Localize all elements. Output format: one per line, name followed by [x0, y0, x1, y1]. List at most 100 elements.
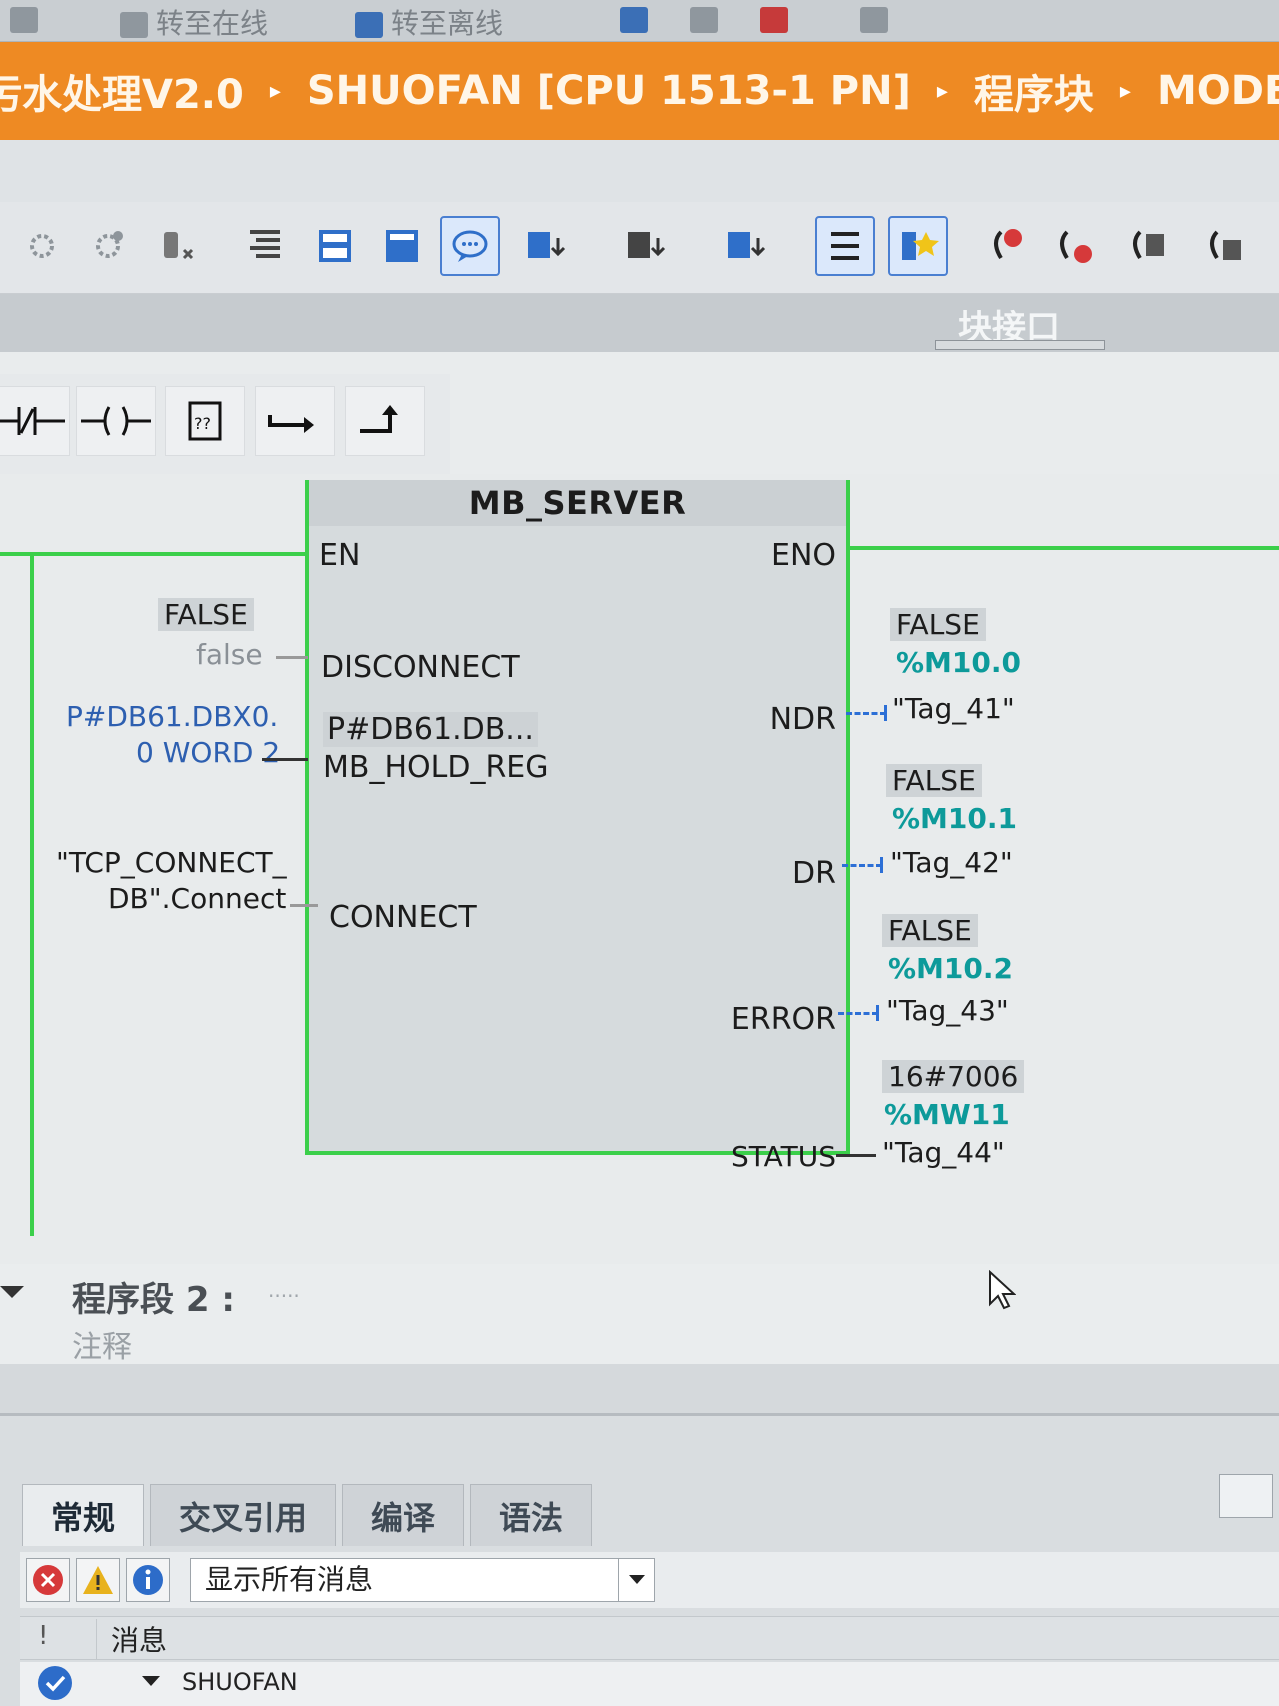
block-header: MB_SERVER — [309, 480, 846, 526]
comment-icon[interactable] — [440, 216, 500, 276]
pin-disconnect: DISCONNECT — [321, 650, 520, 685]
favorites-icon[interactable] — [888, 216, 948, 276]
network-2-comment[interactable]: 注释 — [72, 1322, 132, 1366]
status-address: %MW11 — [884, 1098, 1010, 1131]
block-title[interactable]: MB_SERVER — [469, 484, 687, 522]
connect-operand-2[interactable]: DB".Connect — [108, 882, 286, 915]
nc-contact-icon[interactable] — [0, 386, 70, 456]
chevron-down-icon[interactable] — [618, 1559, 654, 1601]
pin-connect: CONNECT — [329, 900, 477, 935]
error-connector — [876, 1005, 879, 1021]
ndr-tag[interactable]: "Tag_41" — [892, 692, 1015, 725]
breadcrumb-program-blocks[interactable]: 程序块 — [974, 62, 1094, 120]
connect-operand-1[interactable]: "TCP_CONNECT_ — [56, 846, 287, 879]
ndr-address: %M10.0 — [896, 646, 1022, 679]
network-2-title-placeholder[interactable]: ..... — [268, 1278, 300, 1302]
pin-en: EN — [319, 538, 361, 573]
go-to-error-icon[interactable] — [975, 216, 1035, 276]
network-2-title[interactable]: 程序段 2 : — [72, 1272, 235, 1321]
status-tag[interactable]: "Tag_44" — [882, 1136, 1005, 1169]
split-editor-button[interactable] — [690, 2, 726, 35]
error-filter-icon[interactable] — [26, 1558, 70, 1602]
toolbar-extra-button[interactable] — [860, 2, 896, 35]
dr-tag[interactable]: "Tag_42" — [890, 846, 1013, 879]
ndr-connector — [884, 705, 887, 721]
breadcrumb-separator: ▸ — [936, 78, 948, 104]
close-branch-icon[interactable] — [345, 386, 425, 456]
download-icon[interactable] — [150, 216, 210, 276]
message-filter-select[interactable]: 显示所有消息 — [190, 1558, 655, 1602]
breadcrumb-block[interactable]: MODBUS — [1157, 68, 1279, 114]
disconnect-actual-value[interactable]: false — [196, 638, 263, 671]
power-rail-en — [0, 552, 308, 556]
wire-connect — [290, 904, 318, 907]
accessible-devices-button[interactable] — [620, 2, 656, 35]
open-branch-icon[interactable] — [255, 386, 335, 456]
wire-dr — [842, 864, 882, 867]
wire-ndr — [846, 712, 886, 715]
svg-text:??: ?? — [194, 414, 211, 433]
ndr-monitor-value: FALSE — [890, 608, 986, 641]
rt-icon[interactable] — [10, 2, 46, 35]
editor-bottom-gap — [0, 1364, 1279, 1416]
empty-box-icon[interactable]: ?? — [165, 386, 245, 456]
status-monitor-value: 16#7006 — [882, 1060, 1025, 1093]
disconnect-monitor-value: FALSE — [158, 598, 254, 631]
info-filter-icon[interactable] — [126, 1558, 170, 1602]
tab-compile[interactable]: 编译 — [342, 1484, 465, 1546]
tab-general[interactable]: 常规 — [22, 1484, 145, 1546]
coil-icon[interactable] — [76, 386, 156, 456]
block-interface-bar[interactable]: 块接口 — [0, 294, 1279, 352]
search-icon[interactable] — [1219, 1474, 1273, 1518]
list-icon[interactable] — [815, 216, 875, 276]
dr-connector — [880, 857, 883, 873]
message-filter-row: 显示所有消息 — [20, 1552, 1279, 1608]
output-icon[interactable] — [616, 216, 676, 276]
dr-address: %M10.1 — [892, 802, 1018, 835]
network-1: MB_SERVER EN ENO DISCONNECT P#DB61.DB...… — [0, 474, 1279, 1264]
breadcrumb: 污水处理V2.0 ▸ SHUOFAN [CPU 1513-1 PN] ▸ 程序块… — [0, 42, 1279, 140]
editor-header-band — [0, 140, 1279, 202]
table-row[interactable]: SHUOFAN — [20, 1662, 1279, 1706]
go-to-warning-icon[interactable] — [1045, 216, 1105, 276]
input-icon[interactable] — [516, 216, 576, 276]
mb-hold-reg-operand-2[interactable]: 0 WORD 2 — [136, 736, 280, 769]
column-message[interactable]: 消息 — [96, 1619, 167, 1659]
indent-icon[interactable] — [236, 216, 296, 276]
eno-output-rail — [848, 546, 1279, 550]
splitter-handle[interactable] — [935, 340, 1105, 350]
warning-filter-icon[interactable] — [76, 1558, 120, 1602]
go-online-button[interactable]: 转至在线 — [120, 2, 268, 41]
monitor-all-icon[interactable] — [1195, 216, 1255, 276]
compile-icon[interactable] — [12, 216, 72, 276]
insert-network-icon[interactable] — [305, 216, 365, 276]
top-toolbar: 转至在线 转至离线 — [0, 0, 1279, 42]
collapse-icon[interactable] — [0, 1286, 24, 1298]
pin-mb-hold-reg-value: P#DB61.DB... — [323, 712, 538, 747]
wire-disconnect — [276, 656, 308, 659]
expand-icon[interactable] — [142, 1676, 160, 1686]
monitor-icon[interactable] — [1118, 216, 1178, 276]
wire-error — [838, 1012, 878, 1015]
go-offline-button[interactable]: 转至离线 — [355, 2, 503, 41]
tab-cross-reference[interactable]: 交叉引用 — [150, 1484, 337, 1546]
pin-mb-hold-reg: MB_HOLD_REG — [323, 750, 549, 785]
error-tag[interactable]: "Tag_43" — [886, 994, 1009, 1027]
go-online-icon — [120, 12, 148, 38]
breadcrumb-project[interactable]: 污水处理V2.0 — [0, 62, 244, 120]
breadcrumb-separator: ▸ — [1119, 78, 1131, 104]
network-2: 程序段 2 : ..... 注释 — [0, 1264, 1279, 1366]
breadcrumb-device[interactable]: SHUOFAN [CPU 1513-1 PN] — [307, 68, 911, 114]
error-address: %M10.2 — [888, 952, 1014, 985]
function-block[interactable]: MB_SERVER EN ENO DISCONNECT P#DB61.DB...… — [305, 480, 850, 1173]
column-severity[interactable]: ! — [38, 1621, 48, 1651]
tab-syntax[interactable]: 语法 — [470, 1484, 593, 1546]
delete-network-icon[interactable] — [372, 216, 432, 276]
inout-icon[interactable] — [716, 216, 776, 276]
mb-hold-reg-operand-1[interactable]: P#DB61.DBX0. — [66, 700, 278, 733]
stop-cpu-button[interactable] — [760, 2, 796, 35]
editor-toolbar — [0, 202, 1279, 294]
compile-all-icon[interactable] — [78, 216, 138, 276]
inspector-window: 常规 交叉引用 编译 语法 显示所有消息 ! 消息 SHUOFAN — [0, 1416, 1279, 1706]
message-filter-value: 显示所有消息 — [205, 1563, 374, 1596]
